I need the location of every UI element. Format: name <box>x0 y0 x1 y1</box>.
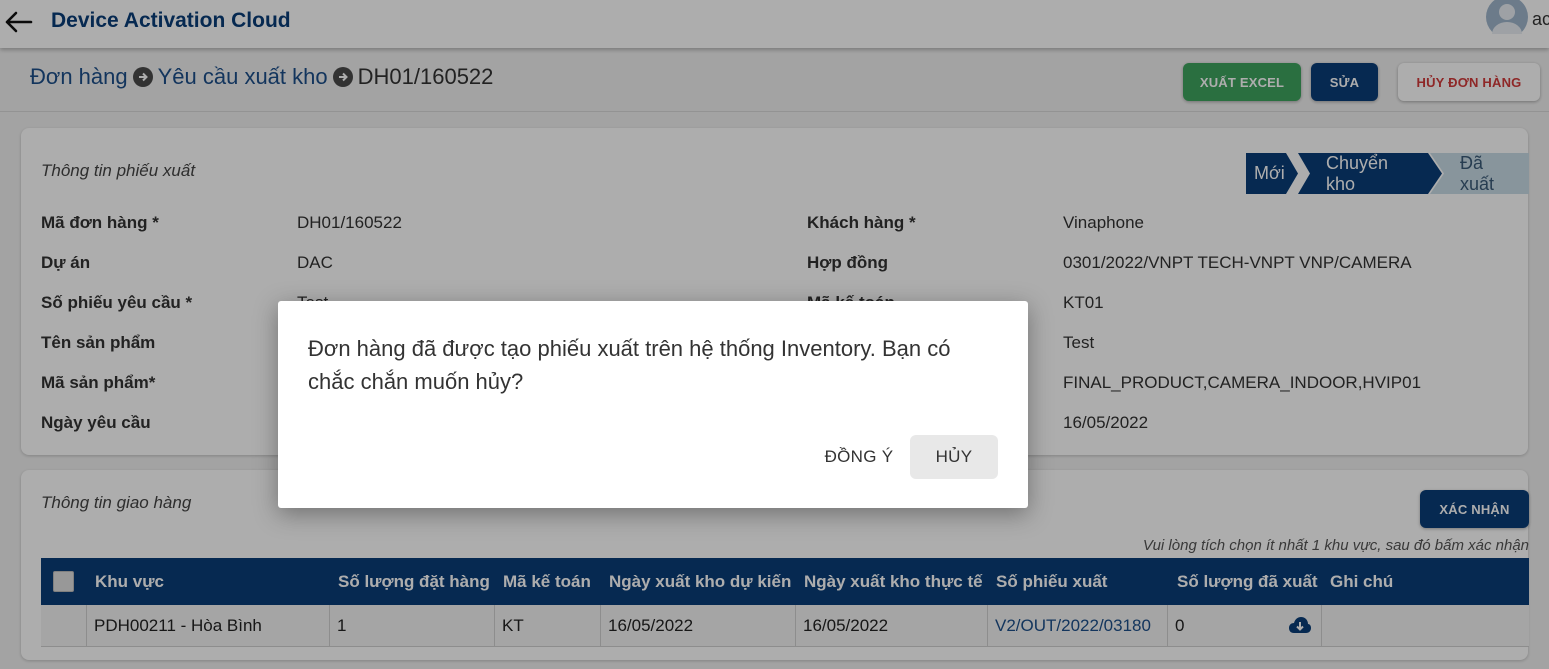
dialog-agree-button[interactable]: ĐỒNG Ý <box>813 435 905 479</box>
confirm-cancel-dialog: Đơn hàng đã được tạo phiếu xuất trên hệ … <box>278 301 1028 508</box>
dialog-message: Đơn hàng đã được tạo phiếu xuất trên hệ … <box>308 336 951 394</box>
dialog-cancel-button[interactable]: HỦY <box>910 435 998 479</box>
